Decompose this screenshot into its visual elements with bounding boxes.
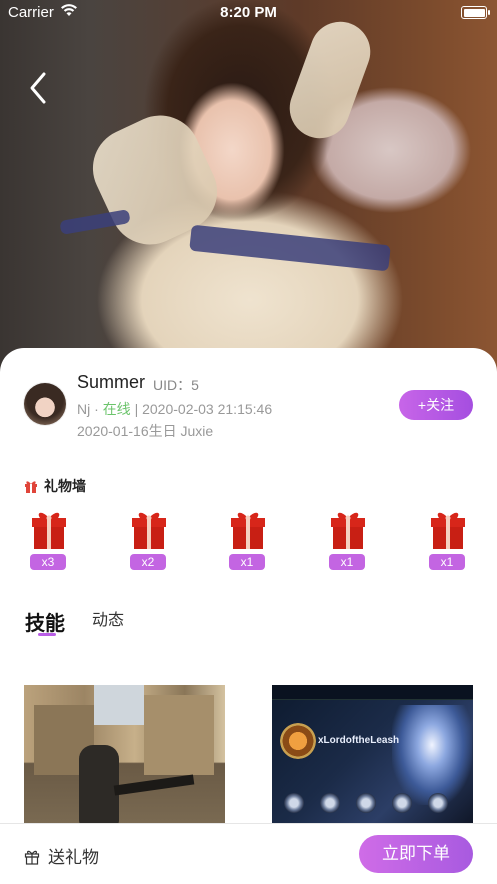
user-uid: UID：5 [153,377,199,393]
gift-box-icon [32,512,66,549]
gift-box-icon [331,512,365,549]
user-name: Summer [77,372,146,392]
tab-skills[interactable]: 技能 [25,607,65,636]
user-status-line: Nj · 在线 | 2020-02-03 21:15:46 [77,399,272,419]
gift-box-icon [431,512,465,549]
gift-box-icon [132,512,166,549]
gift-item[interactable]: x2 [128,508,170,574]
tab-moments[interactable]: 动态 [92,606,124,630]
separator: · [90,401,103,417]
active-tab-indicator [38,633,56,636]
follow-button[interactable]: +关注 [399,390,473,420]
skill-card-lol[interactable]: xLordoftheLeash [272,685,473,825]
gift-wall-label: 礼物墙 [44,478,86,494]
bottom-action-bar: 送礼物 立即下单 [0,823,497,884]
rank-badge-icon [356,793,376,813]
send-gift-button[interactable]: 送礼物 [24,843,99,867]
battery-icon [461,6,490,19]
gift-count: x3 [30,554,66,570]
gift-outline-icon [24,850,40,865]
rank-badge-icon [428,793,448,813]
thumbnail-detail [113,774,195,796]
gift-item[interactable]: x1 [427,508,469,574]
gift-item[interactable]: x3 [28,508,70,574]
rank-emblem-icon [280,723,316,759]
gift-count: x2 [130,554,166,570]
thumbnail-detail [392,705,472,805]
gift-count: x1 [229,554,265,570]
profile-cover-photo [0,0,497,380]
skill-card-csgo[interactable] [24,685,225,825]
gift-count: x1 [429,554,465,570]
gift-item[interactable]: x1 [227,508,269,574]
cover-photo-detail [189,224,391,272]
user-location: Nj [77,401,91,417]
clock: 8:20 PM [220,4,277,21]
thumbnail-detail [272,685,473,700]
chevron-left-icon[interactable] [24,68,54,108]
status-bar: Carrier 8:20 PM [0,0,497,26]
summoner-name: xLordoftheLeash [318,735,400,746]
gift-box-icon [231,512,265,549]
rank-badge-icon [284,793,304,813]
gift-count: x1 [329,554,365,570]
avatar[interactable] [24,383,66,425]
last-active-time: 2020-02-03 21:15:46 [142,401,273,417]
thumbnail-detail [94,685,144,725]
rank-badge-icon [392,793,412,813]
thumbnail-detail [144,695,214,775]
online-status: 在线 [102,401,131,417]
separator: | [130,401,143,417]
cover-photo-detail [281,13,379,147]
order-now-button[interactable]: 立即下单 [359,835,473,873]
user-birthday-line: 2020-01-16生日 Juxie [77,423,214,439]
gift-item[interactable]: x1 [327,508,369,574]
rank-badge-icon [320,793,340,813]
gift-icon [25,481,37,493]
gift-wall-title: 礼物墙 [24,476,86,494]
send-gift-label: 送礼物 [48,848,99,867]
